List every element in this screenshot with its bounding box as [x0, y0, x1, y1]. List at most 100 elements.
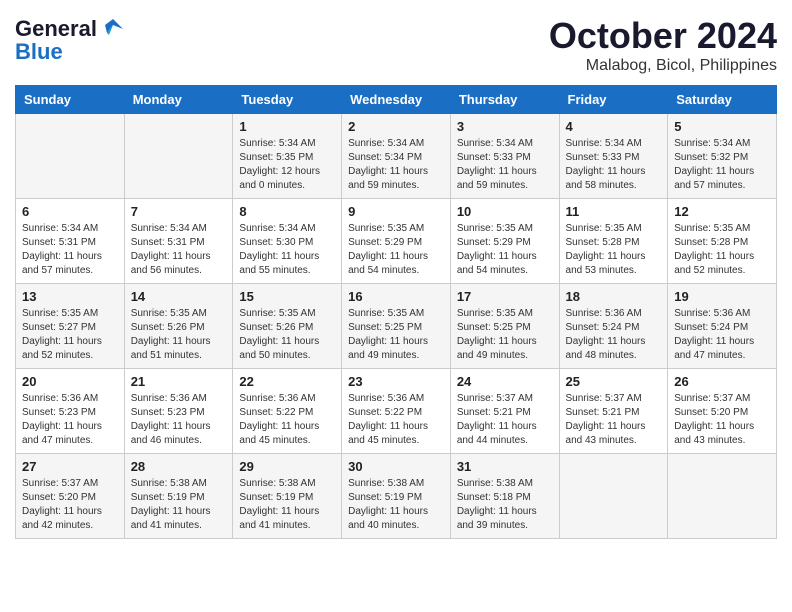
day-info: Sunrise: 5:34 AM Sunset: 5:33 PM Dayligh…: [566, 137, 662, 193]
day-number: 7: [131, 204, 227, 219]
day-number: 19: [674, 289, 770, 304]
day-info: Sunrise: 5:34 AM Sunset: 5:31 PM Dayligh…: [131, 222, 227, 278]
day-info: Sunrise: 5:38 AM Sunset: 5:19 PM Dayligh…: [131, 477, 227, 533]
calendar-cell: 8 Sunrise: 5:34 AM Sunset: 5:30 PM Daylig…: [233, 199, 342, 284]
calendar-week-row: 27 Sunrise: 5:37 AM Sunset: 5:20 PM Dayli…: [16, 454, 777, 539]
day-number: 30: [348, 459, 444, 474]
day-number: 28: [131, 459, 227, 474]
day-info: Sunrise: 5:34 AM Sunset: 5:31 PM Dayligh…: [22, 222, 118, 278]
weekday-header-sunday: Sunday: [16, 86, 125, 114]
day-number: 12: [674, 204, 770, 219]
calendar-cell: 6Sunrise: 5:34 AM Sunset: 5:31 PM Daylig…: [16, 199, 125, 284]
day-number: 22: [239, 374, 335, 389]
calendar-cell: 15 Sunrise: 5:35 AM Sunset: 5:26 PM Dayli…: [233, 284, 342, 369]
day-info: Sunrise: 5:35 AM Sunset: 5:29 PM Dayligh…: [457, 222, 553, 278]
day-number: 25: [566, 374, 662, 389]
day-info: Sunrise: 5:34 AM Sunset: 5:34 PM Dayligh…: [348, 137, 444, 193]
day-info: Sunrise: 5:34 AM Sunset: 5:35 PM Dayligh…: [239, 137, 335, 193]
calendar-cell: 13 Sunrise: 5:35 AM Sunset: 5:27 PM Dayli…: [16, 284, 125, 369]
day-number: 26: [674, 374, 770, 389]
day-number: 1: [239, 119, 335, 134]
day-info: Sunrise: 5:36 AM Sunset: 5:24 PM Dayligh…: [674, 307, 770, 363]
calendar-cell: 24Sunrise: 5:37 AM Sunset: 5:21 PM Dayli…: [450, 369, 559, 454]
day-number: 17: [457, 289, 553, 304]
day-info: Sunrise: 5:35 AM Sunset: 5:27 PM Dayligh…: [22, 307, 118, 363]
calendar-cell: 26Sunrise: 5:37 AM Sunset: 5:20 PM Dayli…: [668, 369, 777, 454]
calendar-cell: [124, 114, 233, 199]
day-number: 27: [22, 459, 118, 474]
day-number: 4: [566, 119, 662, 134]
calendar-cell: 31 Sunrise: 5:38 AM Sunset: 5:18 PM Dayli…: [450, 454, 559, 539]
calendar-table: SundayMondayTuesdayWednesdayThursdayFrid…: [15, 85, 777, 539]
calendar-cell: [16, 114, 125, 199]
day-number: 10: [457, 204, 553, 219]
day-info: Sunrise: 5:36 AM Sunset: 5:23 PM Dayligh…: [22, 392, 118, 448]
calendar-cell: [559, 454, 668, 539]
day-number: 13: [22, 289, 118, 304]
day-number: 31: [457, 459, 553, 474]
day-number: 5: [674, 119, 770, 134]
calendar-cell: 28 Sunrise: 5:38 AM Sunset: 5:19 PM Dayli…: [124, 454, 233, 539]
calendar-cell: 27 Sunrise: 5:37 AM Sunset: 5:20 PM Dayli…: [16, 454, 125, 539]
day-info: Sunrise: 5:38 AM Sunset: 5:18 PM Dayligh…: [457, 477, 553, 533]
calendar-week-row: 13 Sunrise: 5:35 AM Sunset: 5:27 PM Dayli…: [16, 284, 777, 369]
logo: General Blue: [15, 15, 127, 65]
calendar-cell: 1 Sunrise: 5:34 AM Sunset: 5:35 PM Daylig…: [233, 114, 342, 199]
day-number: 15: [239, 289, 335, 304]
day-info: Sunrise: 5:35 AM Sunset: 5:26 PM Dayligh…: [239, 307, 335, 363]
calendar-cell: 5 Sunrise: 5:34 AM Sunset: 5:32 PM Daylig…: [668, 114, 777, 199]
title-area: October 2024 Malabog, Bicol, Philippines: [549, 15, 777, 75]
calendar-cell: 11Sunrise: 5:35 AM Sunset: 5:28 PM Dayli…: [559, 199, 668, 284]
day-info: Sunrise: 5:35 AM Sunset: 5:26 PM Dayligh…: [131, 307, 227, 363]
day-info: Sunrise: 5:38 AM Sunset: 5:19 PM Dayligh…: [239, 477, 335, 533]
calendar-cell: 16 Sunrise: 5:35 AM Sunset: 5:25 PM Dayli…: [342, 284, 451, 369]
calendar-cell: 12 Sunrise: 5:35 AM Sunset: 5:28 PM Dayli…: [668, 199, 777, 284]
day-number: 29: [239, 459, 335, 474]
day-number: 14: [131, 289, 227, 304]
calendar-cell: 14 Sunrise: 5:35 AM Sunset: 5:26 PM Dayli…: [124, 284, 233, 369]
day-info: Sunrise: 5:35 AM Sunset: 5:28 PM Dayligh…: [566, 222, 662, 278]
weekday-header-row: SundayMondayTuesdayWednesdayThursdayFrid…: [16, 86, 777, 114]
day-number: 3: [457, 119, 553, 134]
calendar-cell: 25Sunrise: 5:37 AM Sunset: 5:21 PM Dayli…: [559, 369, 668, 454]
day-info: Sunrise: 5:36 AM Sunset: 5:22 PM Dayligh…: [348, 392, 444, 448]
calendar-cell: 2 Sunrise: 5:34 AM Sunset: 5:34 PM Daylig…: [342, 114, 451, 199]
calendar-cell: 21Sunrise: 5:36 AM Sunset: 5:23 PM Dayli…: [124, 369, 233, 454]
weekday-header-wednesday: Wednesday: [342, 86, 451, 114]
month-title: October 2024: [549, 15, 777, 57]
weekday-header-friday: Friday: [559, 86, 668, 114]
page-header: General Blue October 2024 Malabog, Bicol…: [15, 15, 777, 75]
calendar-cell: 19 Sunrise: 5:36 AM Sunset: 5:24 PM Dayli…: [668, 284, 777, 369]
day-number: 18: [566, 289, 662, 304]
day-info: Sunrise: 5:34 AM Sunset: 5:30 PM Dayligh…: [239, 222, 335, 278]
day-info: Sunrise: 5:36 AM Sunset: 5:23 PM Dayligh…: [131, 392, 227, 448]
day-info: Sunrise: 5:34 AM Sunset: 5:32 PM Dayligh…: [674, 137, 770, 193]
day-number: 2: [348, 119, 444, 134]
calendar-cell: 30Sunrise: 5:38 AM Sunset: 5:19 PM Dayli…: [342, 454, 451, 539]
weekday-header-thursday: Thursday: [450, 86, 559, 114]
day-info: Sunrise: 5:35 AM Sunset: 5:28 PM Dayligh…: [674, 222, 770, 278]
weekday-header-tuesday: Tuesday: [233, 86, 342, 114]
day-number: 23: [348, 374, 444, 389]
calendar-cell: 17 Sunrise: 5:35 AM Sunset: 5:25 PM Dayli…: [450, 284, 559, 369]
logo-bird-icon: [99, 15, 127, 43]
day-info: Sunrise: 5:37 AM Sunset: 5:20 PM Dayligh…: [22, 477, 118, 533]
day-info: Sunrise: 5:36 AM Sunset: 5:22 PM Dayligh…: [239, 392, 335, 448]
calendar-week-row: 6Sunrise: 5:34 AM Sunset: 5:31 PM Daylig…: [16, 199, 777, 284]
day-number: 9: [348, 204, 444, 219]
day-info: Sunrise: 5:36 AM Sunset: 5:24 PM Dayligh…: [566, 307, 662, 363]
day-number: 8: [239, 204, 335, 219]
day-number: 20: [22, 374, 118, 389]
weekday-header-monday: Monday: [124, 86, 233, 114]
calendar-cell: 22 Sunrise: 5:36 AM Sunset: 5:22 PM Dayli…: [233, 369, 342, 454]
calendar-cell: 23 Sunrise: 5:36 AM Sunset: 5:22 PM Dayli…: [342, 369, 451, 454]
calendar-cell: 4 Sunrise: 5:34 AM Sunset: 5:33 PM Daylig…: [559, 114, 668, 199]
day-number: 16: [348, 289, 444, 304]
calendar-cell: 7 Sunrise: 5:34 AM Sunset: 5:31 PM Daylig…: [124, 199, 233, 284]
calendar-cell: 9Sunrise: 5:35 AM Sunset: 5:29 PM Daylig…: [342, 199, 451, 284]
day-info: Sunrise: 5:35 AM Sunset: 5:25 PM Dayligh…: [348, 307, 444, 363]
day-info: Sunrise: 5:35 AM Sunset: 5:25 PM Dayligh…: [457, 307, 553, 363]
calendar-week-row: 1 Sunrise: 5:34 AM Sunset: 5:35 PM Daylig…: [16, 114, 777, 199]
day-info: Sunrise: 5:37 AM Sunset: 5:21 PM Dayligh…: [457, 392, 553, 448]
location: Malabog, Bicol, Philippines: [549, 57, 777, 75]
